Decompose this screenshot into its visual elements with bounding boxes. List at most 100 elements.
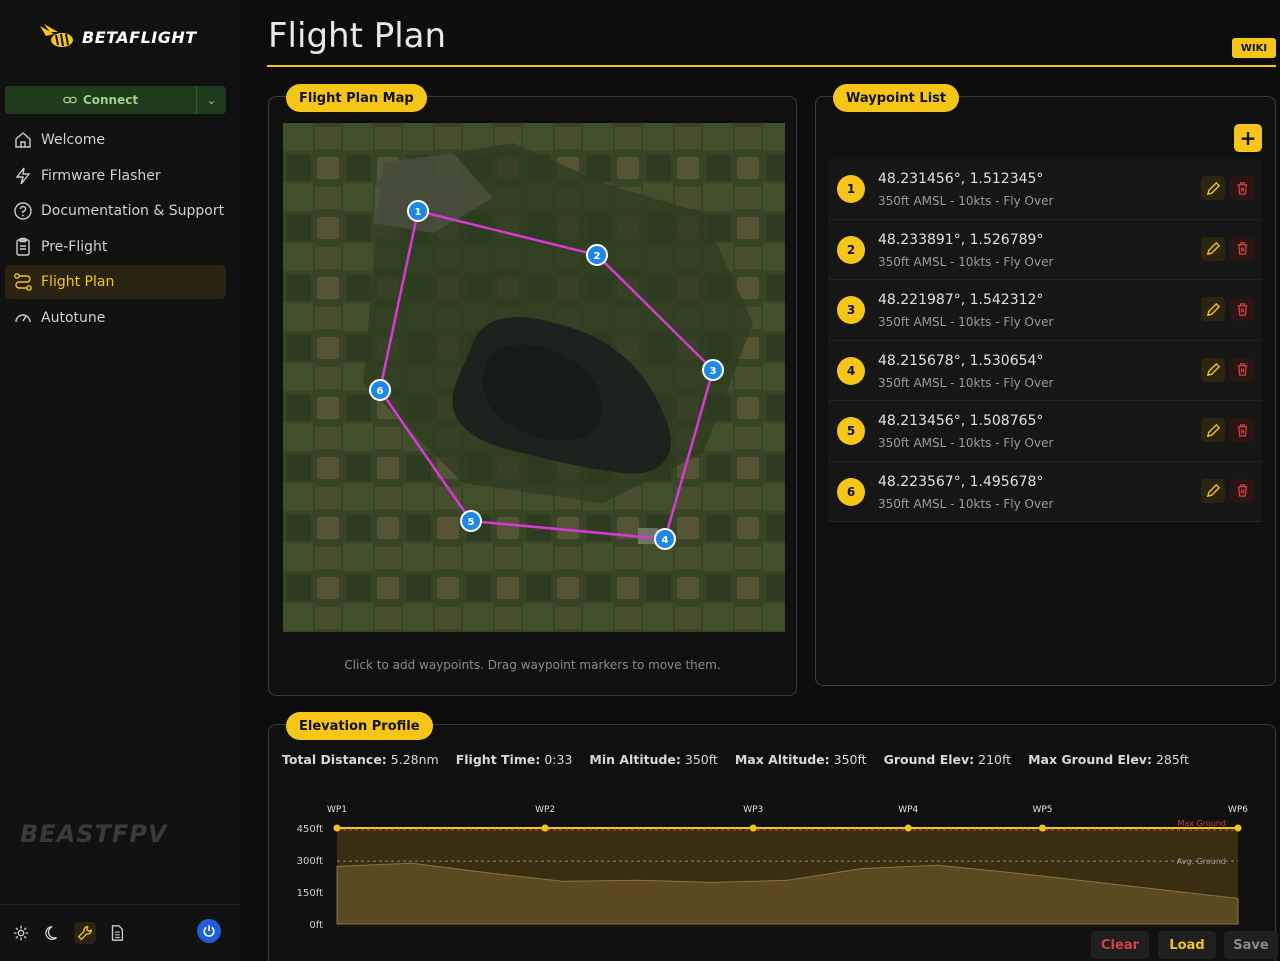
delete-waypoint-button[interactable] bbox=[1230, 297, 1254, 321]
waypoint-details: 350ft AMSL - 10kts - Fly Over bbox=[878, 496, 1054, 511]
edit-waypoint-button[interactable] bbox=[1201, 297, 1225, 321]
edit-waypoint-button[interactable] bbox=[1201, 418, 1225, 442]
waypoint-list: 1 48.231456°, 1.512345° 350ft AMSL - 10kts… bbox=[828, 159, 1262, 522]
power-icon bbox=[203, 925, 215, 937]
pencil-icon bbox=[1206, 181, 1220, 195]
gear-icon bbox=[13, 925, 29, 941]
elevation-stat: Max Altitude: 350ft bbox=[735, 752, 867, 767]
sidebar-item-welcome[interactable]: Welcome bbox=[5, 123, 226, 157]
waypoint-point bbox=[1234, 824, 1242, 832]
edit-waypoint-button[interactable] bbox=[1201, 176, 1225, 200]
pencil-icon bbox=[1206, 423, 1220, 437]
flight-plan-map[interactable]: 1 2 3 4 5 6 bbox=[283, 123, 785, 632]
sidebar: BETAFLIGHT Connect ⌄ Welcome Firmware Fl… bbox=[0, 0, 240, 961]
flight-plan-map-title: Flight Plan Map bbox=[286, 84, 427, 112]
pencil-icon bbox=[1206, 302, 1220, 316]
waypoint-marker[interactable]: 6 bbox=[369, 379, 391, 401]
waypoint-axis-label: WP1 bbox=[327, 805, 347, 815]
waypoint-details: 350ft AMSL - 10kts - Fly Over bbox=[878, 315, 1054, 329]
waypoint-row[interactable]: 6 48.223567°, 1.495678° 350ft AMSL - 10kts… bbox=[828, 461, 1262, 522]
elevation-stat: Min Altitude: 350ft bbox=[589, 752, 717, 767]
link-icon bbox=[63, 96, 77, 104]
sidebar-item-flight-plan[interactable]: Flight Plan bbox=[5, 265, 226, 299]
theme-toggle-button[interactable] bbox=[42, 922, 64, 944]
save-button[interactable]: Save bbox=[1224, 931, 1278, 959]
trash-icon bbox=[1237, 423, 1247, 437]
waypoint-point bbox=[904, 824, 912, 832]
waypoint-details: 350ft AMSL - 10kts - Fly Over bbox=[878, 194, 1054, 208]
elevation-stat: Total Distance: 5.28nm bbox=[282, 752, 439, 767]
sidebar-item-pre-flight[interactable]: Pre-Flight bbox=[5, 230, 226, 264]
waypoint-number-badge: 2 bbox=[837, 235, 865, 264]
delete-waypoint-button[interactable] bbox=[1230, 478, 1254, 503]
waypoint-marker[interactable]: 2 bbox=[586, 244, 608, 266]
connect-main[interactable]: Connect bbox=[5, 86, 196, 114]
waypoint-marker[interactable]: 5 bbox=[460, 510, 482, 532]
waypoint-axis-label: WP3 bbox=[743, 805, 763, 815]
edit-waypoint-button[interactable] bbox=[1201, 236, 1225, 261]
trash-icon bbox=[1237, 484, 1247, 497]
stat-value: 0:33 bbox=[544, 752, 573, 767]
waypoint-marker-label: 1 bbox=[415, 207, 422, 218]
stat-label: Min Altitude: bbox=[589, 752, 681, 767]
waypoint-details: 350ft AMSL - 10kts - Fly Over bbox=[878, 436, 1054, 450]
waypoint-axis-label: WP4 bbox=[898, 805, 918, 815]
elevation-profile-title: Elevation Profile bbox=[286, 712, 433, 740]
wiki-button[interactable]: WIKI bbox=[1232, 38, 1276, 58]
stat-value: 210ft bbox=[978, 752, 1012, 767]
delete-waypoint-button[interactable] bbox=[1230, 176, 1254, 200]
waypoint-number-badge: 1 bbox=[837, 175, 865, 203]
waypoint-details: 350ft AMSL - 10kts - Fly Over bbox=[878, 254, 1054, 269]
waypoint-marker[interactable]: 1 bbox=[407, 200, 429, 222]
settings-button[interactable] bbox=[10, 922, 32, 944]
stat-value: 285ft bbox=[1155, 752, 1189, 767]
route-icon bbox=[14, 273, 32, 291]
waypoint-number-badge: 3 bbox=[837, 296, 865, 324]
trash-icon bbox=[1237, 363, 1247, 376]
waypoint-row[interactable]: 3 48.221987°, 1.542312° 350ft AMSL - 10kts… bbox=[828, 280, 1262, 341]
waypoint-marker-label: 6 bbox=[377, 386, 384, 397]
edit-waypoint-button[interactable] bbox=[1201, 357, 1225, 382]
waypoint-marker[interactable]: 3 bbox=[702, 359, 724, 381]
wrench-icon bbox=[77, 926, 92, 941]
logo-text: BETAFLIGHT bbox=[82, 27, 197, 47]
delete-waypoint-button[interactable] bbox=[1230, 418, 1254, 442]
help-icon bbox=[14, 202, 32, 220]
waypoint-marker[interactable]: 4 bbox=[654, 528, 676, 550]
waypoint-coordinates: 48.231456°, 1.512345° bbox=[878, 171, 1044, 187]
edit-waypoint-button[interactable] bbox=[1201, 478, 1225, 503]
logo: BETAFLIGHT bbox=[38, 22, 197, 52]
load-button[interactable]: Load bbox=[1158, 931, 1216, 959]
waypoint-point bbox=[541, 824, 549, 832]
connect-dropdown-button[interactable]: ⌄ bbox=[196, 86, 226, 114]
add-waypoint-button[interactable]: + bbox=[1234, 124, 1262, 152]
waypoint-coordinates: 48.215678°, 1.530654° bbox=[878, 352, 1044, 369]
waypoint-row[interactable]: 5 48.213456°, 1.508765° 350ft AMSL - 10kts… bbox=[828, 401, 1262, 462]
satellite-map[interactable]: 1 2 3 4 5 6 bbox=[283, 123, 785, 632]
waypoint-point bbox=[333, 824, 341, 832]
sidebar-item-documentation[interactable]: Documentation & Support bbox=[5, 194, 226, 228]
tools-button[interactable] bbox=[74, 922, 96, 944]
waypoint-row[interactable]: 1 48.231456°, 1.512345° 350ft AMSL - 10kts… bbox=[828, 159, 1262, 220]
sidebar-item-firmware-flasher[interactable]: Firmware Flasher bbox=[5, 159, 226, 193]
delete-waypoint-button[interactable] bbox=[1230, 236, 1254, 261]
waypoint-point bbox=[1038, 824, 1046, 832]
stat-label: Flight Time: bbox=[455, 752, 541, 767]
elevation-stats: Total Distance: 5.28nm Flight Time: 0:33 M… bbox=[282, 752, 1189, 767]
waypoint-coordinates: 48.213456°, 1.508765° bbox=[878, 413, 1044, 429]
stat-value: 350ft bbox=[833, 752, 867, 767]
waypoint-axis-label: WP5 bbox=[1032, 805, 1052, 815]
map-hint: Click to add waypoints. Drag waypoint ma… bbox=[344, 658, 721, 672]
avg-ground-label: Avg. Ground bbox=[1177, 857, 1226, 866]
power-button[interactable] bbox=[197, 919, 221, 943]
clear-button[interactable]: Clear bbox=[1091, 931, 1149, 959]
waypoint-row[interactable]: 4 48.215678°, 1.530654° 350ft AMSL - 10kts… bbox=[828, 340, 1262, 401]
log-button[interactable] bbox=[106, 922, 128, 944]
connect-button[interactable]: Connect ⌄ bbox=[5, 86, 226, 114]
delete-waypoint-button[interactable] bbox=[1230, 357, 1254, 382]
bee-logo-icon bbox=[40, 24, 73, 47]
waypoint-row[interactable]: 2 48.233891°, 1.526789° 350ft AMSL - 10kts… bbox=[828, 219, 1262, 280]
waypoint-marker-label: 5 bbox=[468, 517, 475, 528]
gauge-icon bbox=[15, 313, 31, 322]
sidebar-item-autotune[interactable]: Autotune bbox=[5, 301, 226, 335]
